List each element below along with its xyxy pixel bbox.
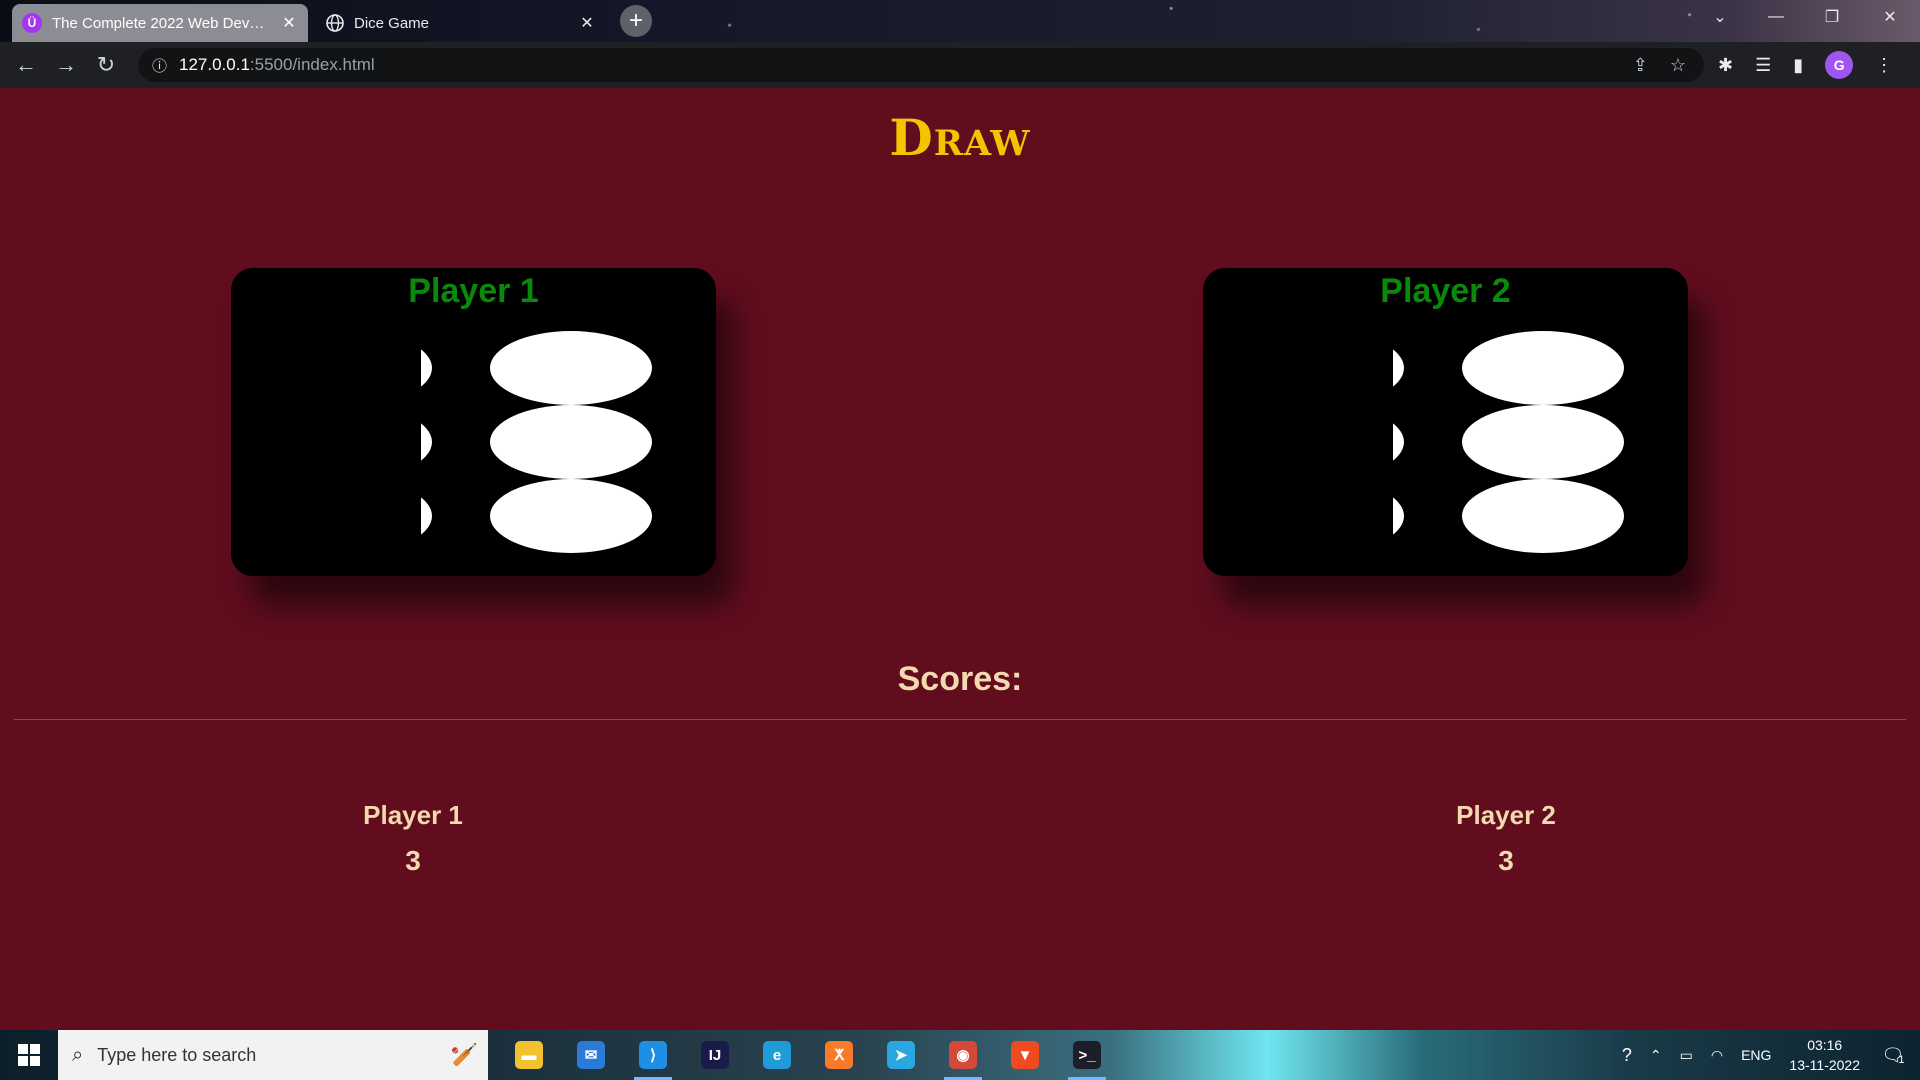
search-icon: ⌕ [72,1043,84,1066]
file-explorer-glyph: ▬ [515,1041,543,1069]
dice-pip [1462,405,1624,479]
dice-pip [1462,331,1624,405]
dice-pip [490,479,652,553]
notification-count: 1 [1898,1054,1905,1066]
tab-udemy-course[interactable]: Ü The Complete 2022 Web Develop ✕ [12,4,308,42]
taskbar-search-input[interactable]: ⌕ Type here to search 🏏 [58,1030,488,1080]
mail-glyph: ✉ [577,1041,605,1069]
language-indicator[interactable]: ENG [1741,1047,1771,1063]
score-player-1: Player 1 3 [293,800,533,877]
dice-pip [421,497,432,535]
forward-icon[interactable]: → [46,45,86,85]
close-icon[interactable]: ✕ [280,13,298,33]
score-value: 3 [1498,845,1514,876]
tab-search-icon[interactable]: ⌄ [1692,0,1748,34]
side-panel-icon[interactable]: ▮ [1793,55,1803,76]
pinned-apps: ▬ ✉ ⟩ IJ e ⵅ ➤ ◉ ▼ >_ [498,1030,1118,1080]
score-label: Player 1 [363,800,463,830]
udemy-icon: Ü [22,13,42,33]
search-placeholder: Type here to search [97,1044,257,1065]
menu-icon[interactable]: ⋮ [1875,55,1893,76]
xampp-icon[interactable]: ⵅ [808,1030,870,1080]
edge-icon[interactable]: e [746,1030,808,1080]
brave-icon[interactable]: ▼ [994,1030,1056,1080]
tab-title: Dice Game [354,14,430,32]
clock-date: 13-11-2022 [1789,1057,1860,1073]
new-tab-button[interactable]: + [620,5,652,37]
edge-glyph: e [763,1041,791,1069]
telegram-glyph: ➤ [887,1041,915,1069]
scores-heading: Scores: [897,660,1023,698]
divider [14,719,1906,720]
minimize-icon[interactable]: — [1748,0,1804,34]
reload-icon[interactable]: ↻ [86,45,126,85]
bookmark-star-icon[interactable]: ☆ [1670,55,1686,76]
dice-pip [421,349,432,387]
score-label: Player 2 [1456,800,1556,830]
windows-start-icon[interactable] [0,1030,58,1080]
terminal-glyph: >_ [1073,1041,1101,1069]
brave-glyph: ▼ [1011,1041,1039,1069]
close-icon[interactable]: ✕ [578,13,596,33]
player-name: Player 2 [1380,272,1511,310]
share-icon[interactable]: ⇪ [1633,55,1648,76]
extensions-icon[interactable]: ✱ [1718,55,1733,76]
windows-taskbar: ⌕ Type here to search 🏏 ▬ ✉ ⟩ IJ e ⵅ ➤ ◉ ▼ >_ ? ⌃… [0,1030,1920,1080]
chrome-icon[interactable]: ◉ [932,1030,994,1080]
address-bar[interactable]: ⓘ 127.0.0.1:5500/index.html ⇪ ☆ [138,48,1704,82]
dice-pip [1393,497,1404,535]
vscode-glyph: ⟩ [639,1041,667,1069]
notification-icon[interactable]: 🗨 1 [1878,1040,1908,1070]
dice-pip [1393,423,1404,461]
dice-pip [490,405,652,479]
player-card-1: Player 1 [231,268,716,576]
xampp-glyph: ⵅ [825,1041,853,1069]
battery-icon[interactable]: ▭ [1680,1047,1693,1064]
dice-pip [1462,479,1624,553]
url-host: 127.0.0.1 [179,55,250,74]
telegram-icon[interactable]: ➤ [870,1030,932,1080]
intellij-icon[interactable]: IJ [684,1030,746,1080]
tab-dice-game[interactable]: Dice Game ✕ [316,4,606,42]
chrome-glyph: ◉ [949,1041,977,1069]
page-title: Draw [889,108,1031,167]
dice-pip [1393,349,1404,387]
dice-pip [421,423,432,461]
tab-title: The Complete 2022 Web Develop [52,14,270,32]
window-close-icon[interactable]: ✕ [1862,0,1918,34]
back-icon[interactable]: ← [6,45,46,85]
search-highlight-icon: 🏏 [450,1042,478,1067]
dice-face [1393,331,1624,553]
dice-face [421,331,652,553]
chevron-up-icon[interactable]: ⌃ [1650,1047,1662,1064]
terminal-icon[interactable]: >_ [1056,1030,1118,1080]
wifi-icon[interactable]: ◠ [1711,1047,1723,1064]
dice-pip [490,331,652,405]
player-card-2: Player 2 [1203,268,1688,576]
url-path: :5500/index.html [249,55,375,74]
reading-list-icon[interactable]: ☰ [1755,55,1771,76]
clock-time: 03:16 [1807,1037,1843,1053]
browser-toolbar: ← → ↻ ⓘ 127.0.0.1:5500/index.html ⇪ ☆ ✱ … [0,42,1920,88]
system-tray: ? ⌃ ▭ ◠ ENG 03:16 13-11-2022 🗨 1 [1622,1030,1920,1080]
site-info-icon[interactable]: ⓘ [152,55,167,76]
browser-tabstrip: Ü The Complete 2022 Web Develop ✕ Dice G… [0,0,1920,42]
score-player-2: Player 2 3 [1386,800,1626,877]
dice-game-page: Draw Player 1 Player 2 Scores: Player 1 … [0,88,1920,1030]
score-value: 3 [405,845,421,876]
vscode-icon[interactable]: ⟩ [622,1030,684,1080]
avatar[interactable]: G [1825,51,1854,79]
mail-icon[interactable]: ✉ [560,1030,622,1080]
help-icon[interactable]: ? [1622,1045,1632,1066]
globe-icon [326,14,344,32]
file-explorer-icon[interactable]: ▬ [498,1030,560,1080]
clock[interactable]: 03:16 13-11-2022 [1789,1035,1860,1075]
player-name: Player 1 [408,272,539,310]
intellij-glyph: IJ [701,1041,729,1069]
restore-icon[interactable]: ❐ [1804,0,1860,34]
